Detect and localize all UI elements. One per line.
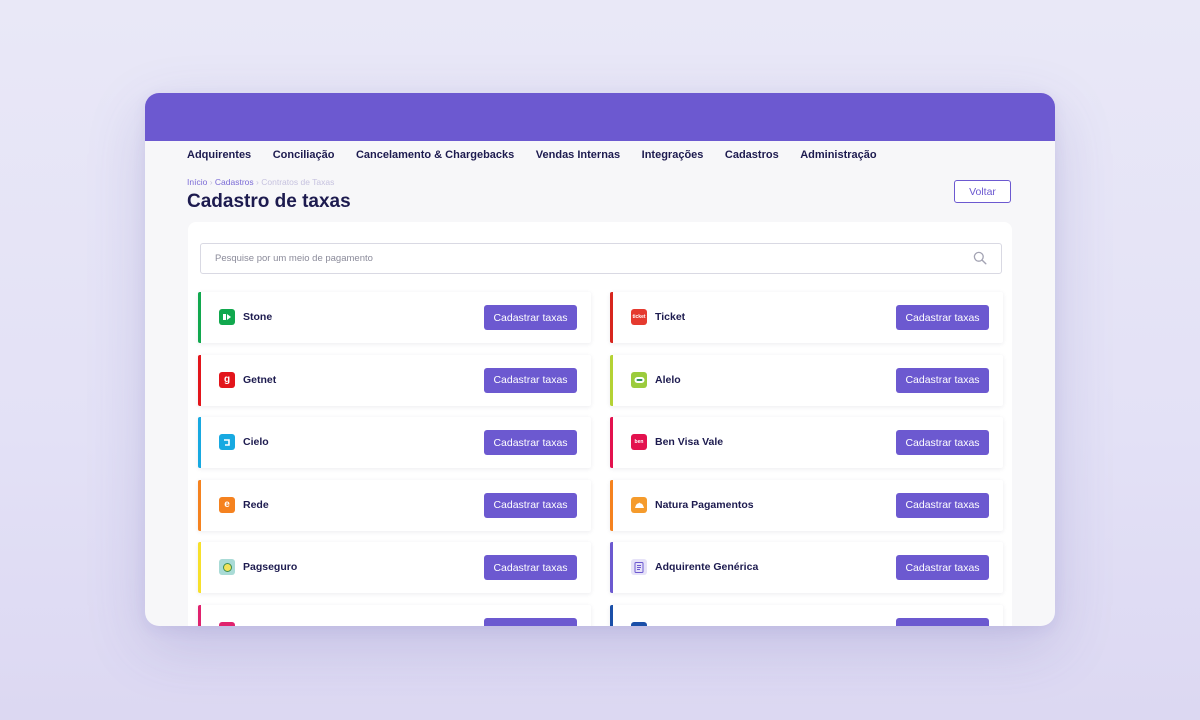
- acquirer-card: ben Ben Visa Vale Cadastrar taxas: [610, 417, 1003, 469]
- search-input[interactable]: [213, 244, 957, 273]
- register-fees-button[interactable]: Cadastrar taxas: [484, 305, 577, 330]
- getnet-logo-icon: g: [219, 371, 235, 388]
- natura-logo-icon: [631, 496, 647, 513]
- acquirer-card: Stone Cadastrar taxas: [198, 292, 591, 343]
- acquirer-name: Stone: [243, 311, 273, 323]
- acquirer-name: Getnet: [243, 373, 277, 386]
- pagseguro-logo-icon: [219, 559, 235, 576]
- register-fees-button[interactable]: Cadastrar taxas: [484, 492, 577, 518]
- logo-text: e: [224, 498, 230, 510]
- nav-item-cancelamento[interactable]: Cancelamento & Chargebacks: [356, 149, 514, 161]
- acquirer-card: Pagseguro Cadastrar taxas: [198, 542, 591, 594]
- register-fees-button[interactable]: Cadastrar taxas: [896, 492, 989, 518]
- logo-text: ticket: [632, 313, 646, 320]
- search-icon[interactable]: [973, 251, 987, 265]
- acquirer-name: Adquirente Genérica: [655, 561, 759, 574]
- acquirer-name: Cielo: [243, 436, 269, 449]
- breadcrumb-separator: ›: [209, 177, 213, 187]
- back-button[interactable]: Voltar: [954, 180, 1011, 203]
- alelo-logo-icon: [631, 371, 647, 388]
- breadcrumb-cadastros[interactable]: Cadastros: [215, 177, 254, 187]
- acquirer-card: Alelo Cadastrar taxas: [610, 354, 1003, 406]
- nav-item-integracoes[interactable]: Integrações: [642, 149, 704, 161]
- acquirer-name: Pagseguro: [243, 561, 298, 574]
- acquirer-name: Natura Pagamentos: [655, 498, 754, 511]
- app-window: Adquirentes Conciliação Cancelamento & C…: [145, 93, 1055, 626]
- ticket-logo-icon: ticket: [631, 309, 647, 325]
- search-box: [200, 243, 1002, 274]
- rede-logo-icon: e: [219, 496, 235, 513]
- acquirer-card: Adquirente Genérica Cadastrar taxas: [610, 542, 1003, 594]
- logo-text: g: [223, 373, 231, 385]
- register-fees-button[interactable]: Cadastrar taxas: [896, 305, 989, 330]
- acquirer-card: Cielo Cadastrar taxas: [198, 417, 591, 469]
- nav-item-conciliacao[interactable]: Conciliação: [273, 149, 335, 161]
- register-fees-button[interactable]: Cadastrar taxas: [896, 367, 989, 393]
- cielo-logo-icon: [219, 434, 235, 451]
- breadcrumb: Início › Cadastros › Contratos de Taxas: [187, 177, 334, 187]
- top-header-bar: [145, 93, 1055, 141]
- pink-logo-icon: [219, 622, 235, 626]
- acquirer-card: Cadastrar taxas: [610, 605, 1003, 626]
- nav-item-cadastros[interactable]: Cadastros: [725, 149, 779, 161]
- acquirer-card: e Rede Cadastrar taxas: [198, 479, 591, 531]
- blue-logo-icon: [631, 622, 647, 626]
- breadcrumb-inicio[interactable]: Início: [187, 177, 207, 187]
- nav-item-administracao[interactable]: Administração: [800, 149, 876, 161]
- main-nav: Adquirentes Conciliação Cancelamento & C…: [145, 141, 1055, 168]
- breadcrumb-separator: ›: [256, 177, 259, 187]
- acquirer-card: Natura Pagamentos Cadastrar taxas: [610, 479, 1003, 531]
- breadcrumb-current: Contratos de Taxas: [261, 177, 335, 187]
- register-fees-button[interactable]: Cadastrar taxas: [896, 555, 989, 581]
- acquirer-card: Cadastrar taxas: [198, 605, 591, 626]
- register-fees-button[interactable]: Cadastrar taxas: [896, 618, 989, 626]
- acquirer-name: Rede: [243, 498, 269, 511]
- ben-logo-icon: ben: [631, 434, 647, 451]
- page-title: Cadastro de taxas: [187, 191, 351, 212]
- generic-document-icon: [631, 559, 647, 576]
- register-fees-button[interactable]: Cadastrar taxas: [896, 430, 989, 456]
- stone-logo-icon: [219, 309, 235, 325]
- register-fees-button[interactable]: Cadastrar taxas: [484, 430, 577, 456]
- nav-item-adquirentes[interactable]: Adquirentes: [187, 149, 251, 161]
- register-fees-button[interactable]: Cadastrar taxas: [484, 367, 577, 393]
- logo-text: ben: [634, 438, 644, 445]
- acquirer-name: Ben Visa Vale: [655, 436, 724, 449]
- register-fees-button[interactable]: Cadastrar taxas: [484, 555, 577, 581]
- nav-item-vendas-internas[interactable]: Vendas Internas: [536, 149, 620, 161]
- acquirer-card: ticket Ticket Cadastrar taxas: [610, 292, 1003, 343]
- register-fees-button[interactable]: Cadastrar taxas: [484, 618, 577, 626]
- acquirer-panel: Stone Cadastrar taxas g Getnet Cadastrar tax…: [188, 222, 1012, 626]
- acquirer-name: Alelo: [655, 373, 681, 386]
- acquirer-card: g Getnet Cadastrar taxas: [198, 354, 591, 406]
- acquirer-name: Ticket: [655, 311, 686, 323]
